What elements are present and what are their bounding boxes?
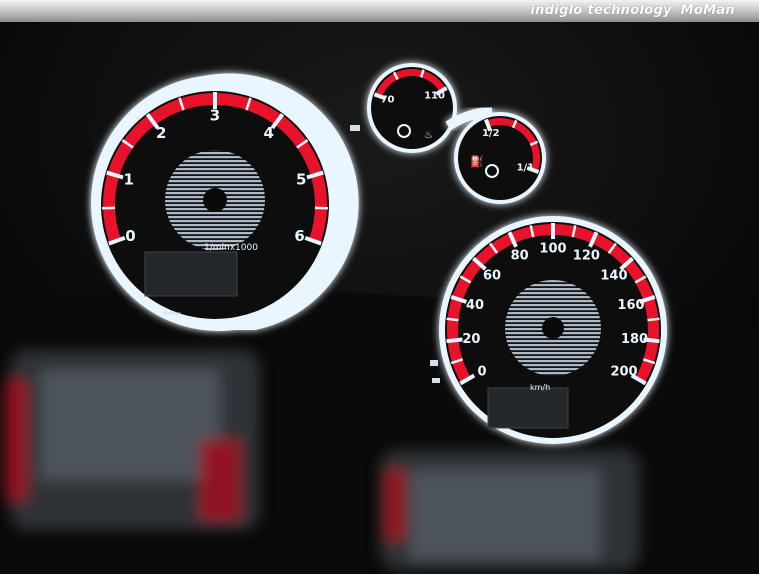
trip-odometer-window xyxy=(487,387,569,429)
speedometer-tick-label: 40 xyxy=(466,298,484,313)
speedometer-unit-label: km/h xyxy=(530,383,550,392)
tachometer-tick-label: 2 xyxy=(156,124,166,142)
speedometer-minor-tick xyxy=(446,317,459,322)
speedometer-minor-tick xyxy=(647,317,660,322)
tachometer-needle-hub xyxy=(203,188,227,212)
speedometer-tick-label: 80 xyxy=(511,249,529,264)
tachometer-tick-label: 5 xyxy=(296,170,306,188)
speedometer-tick-label: 180 xyxy=(621,332,648,347)
tachometer-tick-label: 1 xyxy=(124,170,134,188)
speedometer-major-tick xyxy=(446,337,463,344)
tachometer-tick-label: 0 xyxy=(125,227,135,245)
photo-stage: indiglo technology MoMan 0 1 2 3 4 5 6 1… xyxy=(0,0,759,574)
temperature-gauge: 70 110 ♨ xyxy=(367,63,457,153)
temperature-tick-label: 70 xyxy=(381,95,395,106)
speedometer-tick-label: 140 xyxy=(600,269,627,284)
speedometer: 0 20 40 60 80 100 120140 160 180 200 km/h xyxy=(439,216,667,444)
speedometer-tick-label: 160 xyxy=(617,298,644,313)
tachometer-tick-label: 6 xyxy=(294,227,304,245)
speedometer-tick-label: 60 xyxy=(483,269,501,284)
coolant-temperature-icon: ♨ xyxy=(424,130,433,141)
brand-logo-text: MoMan xyxy=(680,3,735,18)
tagline-text: indiglo technology xyxy=(530,3,672,18)
fuel-pump-icon: ⛽ xyxy=(470,155,484,168)
speedometer-tick-label: 20 xyxy=(462,332,480,347)
tachometer-tick-label: 4 xyxy=(264,124,274,142)
header-banner: indiglo technology MoMan xyxy=(0,0,759,23)
speedometer-tick-label: 120 xyxy=(573,249,600,264)
temperature-tick-label: 110 xyxy=(424,91,445,102)
tachometer: 0 1 2 3 4 5 6 1/minx1000 MoMan xyxy=(90,73,359,332)
speedometer-tick-label: 0 xyxy=(477,365,486,380)
tachometer-tick-label: 3 xyxy=(210,106,220,124)
speedometer-tick-label: 200 xyxy=(610,365,637,380)
fuel-tick-label: 1/1 xyxy=(517,163,535,174)
instrument-cluster: 0123456 1/minx1000 MoMan 70 110 ♨ 1/21/1 … xyxy=(0,22,759,574)
fuel-tick-label: 1/2 xyxy=(482,128,500,139)
brand-banner: indiglo technology MoMan xyxy=(530,3,735,18)
odometer-window xyxy=(144,251,238,297)
temperature-face xyxy=(371,67,453,149)
speedometer-needle-hub xyxy=(542,317,564,339)
speedometer-tick-label: 100 xyxy=(539,242,566,257)
maker-mark: MoMan xyxy=(163,311,181,317)
tachometer-unit-label: 1/minx1000 xyxy=(204,243,258,253)
